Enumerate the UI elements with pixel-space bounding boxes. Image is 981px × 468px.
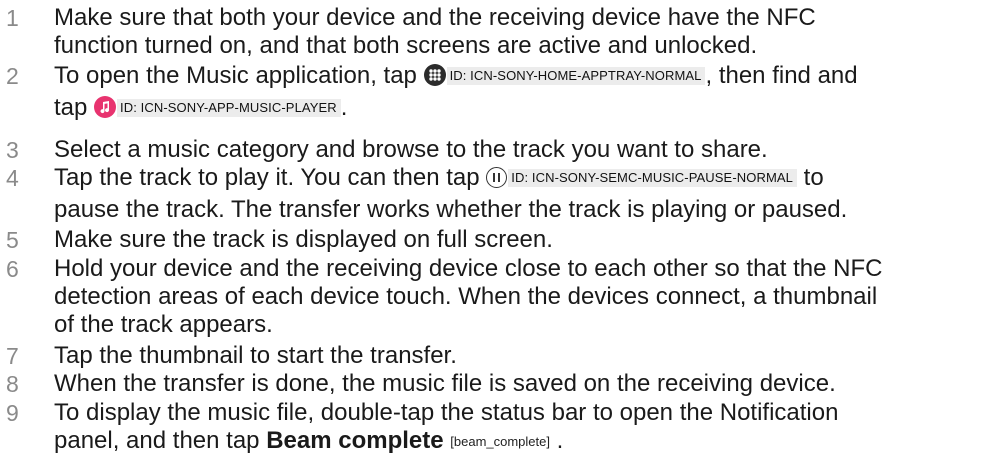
step-text: Make sure the track is displayed on full… xyxy=(54,226,981,254)
step-line: When the transfer is done, the music fil… xyxy=(54,370,836,397)
step-text: Select a music category and browse to th… xyxy=(54,136,981,164)
step-line: Make sure that both your device and the … xyxy=(54,4,816,31)
step-line: Tap the thumbnail to start the transfer. xyxy=(54,342,457,369)
instruction-list: 1 Make sure that both your device and th… xyxy=(0,0,981,468)
step-line: Make sure the track is displayed on full… xyxy=(54,226,553,253)
icon-reference-label: ID: ICN-SONY-HOME-APPTRAY-NORMAL xyxy=(446,67,706,85)
ui-term: Beam complete xyxy=(266,427,444,454)
step-line: detection areas of each device touch. Wh… xyxy=(54,283,878,310)
step-number: 3 xyxy=(6,137,19,163)
music-player-icon xyxy=(94,96,117,118)
step-number: 2 xyxy=(6,63,19,89)
step-line: pause the track. The transfer works whet… xyxy=(54,196,848,223)
step-line: function turned on, and that both screen… xyxy=(54,32,758,59)
step-text-fragment: panel, and then tap xyxy=(54,427,267,454)
step-text: When the transfer is done, the music fil… xyxy=(54,370,981,398)
step-line: Select a music category and browse to th… xyxy=(54,136,768,163)
step-text-fragment: , then find and xyxy=(705,62,858,89)
step-text-fragment: To open the Music application, tap xyxy=(54,62,424,89)
step-number: 7 xyxy=(6,343,19,369)
step-text: Hold your device and the receiving devic… xyxy=(54,255,981,339)
step-text-fragment: to xyxy=(796,164,824,191)
step-line: Hold your device and the receiving devic… xyxy=(54,255,883,282)
step-line: To open the Music application, tap ID: I… xyxy=(54,62,981,94)
icon-reference-label: ID: ICN-SONY-APP-MUSIC-PLAYER xyxy=(117,99,341,117)
step-line: Tap the track to play it. You can then t… xyxy=(54,164,981,196)
step-text: Make sure that both your device and the … xyxy=(54,4,981,60)
step-line: panel, and then tap Beam complete [beam_… xyxy=(54,427,981,455)
step-text-fragment: tap xyxy=(54,94,95,121)
step-line: To display the music file, double-tap th… xyxy=(54,399,839,426)
step-text-fragment: Tap the track to play it. You can then t… xyxy=(54,164,487,191)
step-text: Tap the thumbnail to start the transfer. xyxy=(54,342,981,370)
string-reference-label: [beam_complete] xyxy=(450,434,550,449)
step-text: To display the music file, double-tap th… xyxy=(54,399,981,455)
step-number: 4 xyxy=(6,165,19,191)
step-line: of the track appears. xyxy=(54,311,273,338)
step-text: Tap the track to play it. You can then t… xyxy=(54,164,981,224)
icon-reference-label: ID: ICN-SONY-SEMC-MUSIC-PAUSE-NORMAL xyxy=(508,169,797,187)
step-number: 6 xyxy=(6,256,19,282)
step-number: 8 xyxy=(6,371,19,397)
step-number: 5 xyxy=(6,227,19,253)
apptray-icon xyxy=(423,64,446,86)
pause-icon xyxy=(486,167,508,188)
step-number: 1 xyxy=(6,5,19,31)
step-text-fragment: . xyxy=(340,94,348,121)
step-text-fragment: . xyxy=(556,427,564,454)
step-text: To open the Music application, tap ID: I… xyxy=(54,62,981,122)
step-line: tap ID: ICN-SONY-APP-MUSIC-PLAYER. xyxy=(54,94,981,122)
step-number: 9 xyxy=(6,400,19,426)
